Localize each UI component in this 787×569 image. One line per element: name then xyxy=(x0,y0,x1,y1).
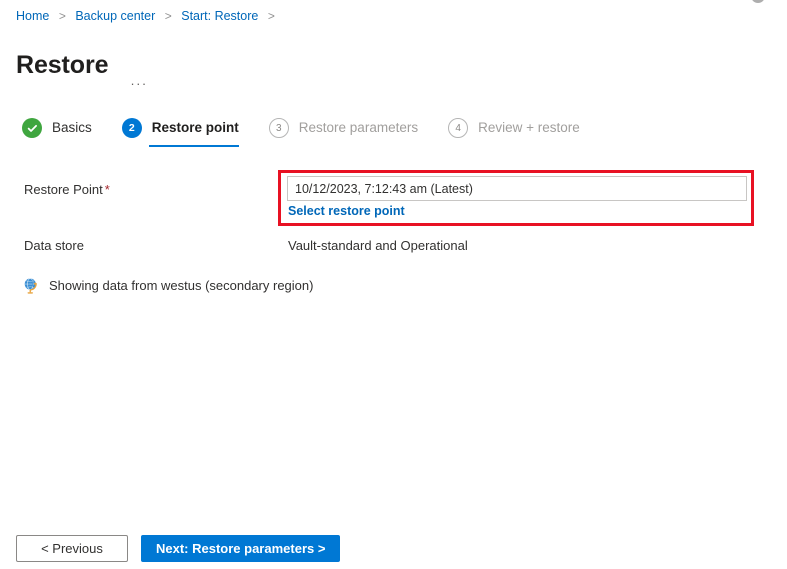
step-number-badge: 4 xyxy=(448,118,469,138)
page-title: Restore xyxy=(16,50,109,79)
breadcrumb-item-home[interactable]: Home xyxy=(16,9,49,23)
secondary-region-text: Showing data from westus (secondary regi… xyxy=(49,278,314,293)
globe-icon xyxy=(24,278,37,294)
breadcrumb-separator-icon: > xyxy=(58,9,66,23)
breadcrumb: Home > Backup center > Start: Restore > xyxy=(16,8,281,24)
wizard-footer: < Previous Next: Restore parameters > xyxy=(16,535,341,562)
select-restore-point-link[interactable]: Select restore point xyxy=(288,203,405,220)
wizard-step-restore-point[interactable]: 2 Restore point xyxy=(121,118,239,147)
secondary-region-notice: Showing data from westus (secondary regi… xyxy=(22,277,313,295)
wizard-step-label-restore-parameters: Restore parameters xyxy=(298,120,419,135)
more-options-icon[interactable]: ··· xyxy=(126,73,151,94)
wizard-step-label-restore-point: Restore point xyxy=(151,120,239,135)
wizard-steps: Basics 2 Restore point 3 Restore paramet… xyxy=(22,118,610,147)
step-number-badge: 3 xyxy=(268,118,289,138)
breadcrumb-item-backup-center[interactable]: Backup center xyxy=(75,9,155,23)
next-restore-parameters-button[interactable]: Next: Restore parameters > xyxy=(141,535,341,562)
check-icon xyxy=(22,118,42,138)
wizard-step-review-restore[interactable]: 4 Review + restore xyxy=(448,118,580,147)
wizard-step-label-basics: Basics xyxy=(52,120,92,135)
breadcrumb-separator-icon: > xyxy=(164,9,172,23)
data-store-value: Vault-standard and Operational xyxy=(288,238,468,253)
restore-wizard-page: Home > Backup center > Start: Restore > … xyxy=(0,0,787,569)
wizard-step-label-review-restore: Review + restore xyxy=(478,120,580,135)
breadcrumb-separator-icon: > xyxy=(267,9,275,23)
wizard-step-restore-parameters[interactable]: 3 Restore parameters xyxy=(268,118,419,147)
previous-button[interactable]: < Previous xyxy=(16,535,128,562)
restore-point-input[interactable] xyxy=(287,176,747,201)
data-store-label: Data store xyxy=(24,238,84,253)
restore-point-label: Restore Point * xyxy=(24,181,110,199)
required-asterisk: * xyxy=(104,182,110,197)
page-header: Restore ··· xyxy=(16,33,152,97)
breadcrumb-item-start-restore[interactable]: Start: Restore xyxy=(181,9,258,23)
cut-off-chrome-element xyxy=(751,0,765,3)
step-number-badge: 2 xyxy=(121,118,142,138)
restore-point-label-text: Restore Point xyxy=(24,182,103,197)
wizard-step-basics[interactable]: Basics xyxy=(22,118,92,147)
